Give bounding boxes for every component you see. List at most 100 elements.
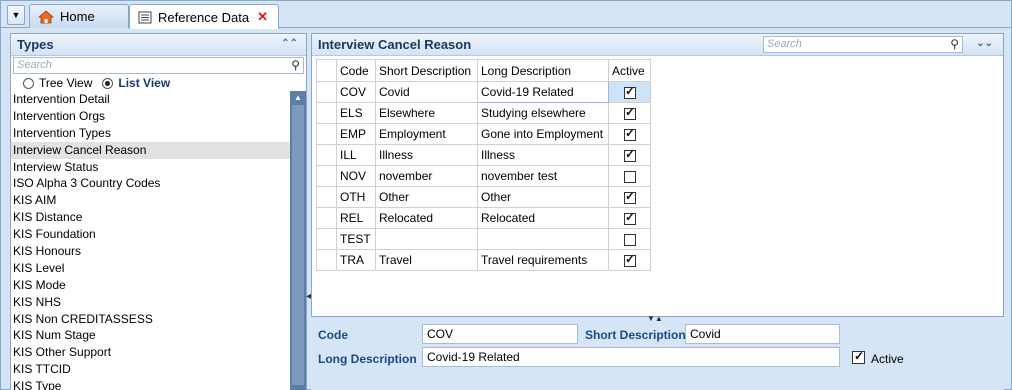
- active-checkbox[interactable]: [624, 170, 636, 183]
- cell-code[interactable]: TEST: [336, 228, 376, 250]
- list-item[interactable]: KIS Non CREDITASSESS: [11, 311, 290, 328]
- cell-code[interactable]: ILL: [336, 144, 376, 166]
- row-indicator[interactable]: [316, 207, 337, 229]
- list-item[interactable]: ISO Alpha 3 Country Codes: [11, 175, 290, 192]
- active-checkbox[interactable]: [624, 84, 636, 99]
- cell-code[interactable]: OTH: [336, 186, 376, 208]
- expand-icon[interactable]: ⌄⌄: [976, 38, 993, 49]
- cell-short-description[interactable]: Illness: [375, 144, 478, 166]
- cell-short-description[interactable]: Relocated: [375, 207, 478, 229]
- cell-code[interactable]: ELS: [336, 102, 376, 124]
- cell-active: [608, 81, 651, 103]
- grid-search-input[interactable]: Search ⚲: [763, 36, 963, 53]
- cell-short-description[interactable]: Other: [375, 186, 478, 208]
- list-item[interactable]: KIS Num Stage: [11, 327, 290, 344]
- scrollbar-thumb[interactable]: [292, 105, 304, 385]
- cell-long-description[interactable]: Travel requirements: [477, 249, 609, 271]
- table-row[interactable]: EMP Employment Gone into Employment: [316, 123, 651, 145]
- active-checkbox[interactable]: [624, 210, 636, 225]
- cell-short-description[interactable]: [375, 228, 478, 250]
- list-item[interactable]: Interview Cancel Reason: [11, 141, 290, 159]
- column-header-short-description[interactable]: Short Description: [375, 59, 478, 82]
- list-item[interactable]: Interview Status: [11, 159, 290, 176]
- active-checkbox[interactable]: [624, 105, 636, 120]
- cell-long-description[interactable]: Illness: [477, 144, 609, 166]
- cell-code[interactable]: EMP: [336, 123, 376, 145]
- cell-code[interactable]: REL: [336, 207, 376, 229]
- short-description-field[interactable]: Covid: [685, 324, 840, 344]
- tab-reference-data[interactable]: Reference Data ✕: [129, 4, 279, 29]
- types-search-input[interactable]: Search ⚲: [13, 57, 304, 74]
- list-item[interactable]: KIS AIM: [11, 192, 290, 209]
- table-row[interactable]: NOV november november test: [316, 165, 651, 187]
- cell-long-description[interactable]: november test: [477, 165, 609, 187]
- table-row[interactable]: REL Relocated Relocated: [316, 207, 651, 229]
- row-indicator[interactable]: [316, 102, 337, 124]
- list-item[interactable]: KIS TTCID: [11, 361, 290, 378]
- column-header-long-description[interactable]: Long Description: [477, 59, 609, 82]
- cell-long-description[interactable]: Gone into Employment: [477, 123, 609, 145]
- cell-long-description[interactable]: Other: [477, 186, 609, 208]
- row-indicator[interactable]: [316, 123, 337, 145]
- cell-long-description[interactable]: Relocated: [477, 207, 609, 229]
- row-indicator[interactable]: [316, 165, 337, 187]
- table-row[interactable]: ELS Elsewhere Studying elsewhere: [316, 102, 651, 124]
- list-item[interactable]: KIS Distance: [11, 209, 290, 226]
- row-indicator[interactable]: [316, 228, 337, 250]
- cell-short-description[interactable]: Covid: [375, 81, 478, 103]
- cell-code[interactable]: NOV: [336, 165, 376, 187]
- list-item[interactable]: KIS Mode: [11, 277, 290, 294]
- close-icon[interactable]: ✕: [257, 9, 268, 25]
- search-icon[interactable]: ⚲: [291, 58, 300, 72]
- code-field[interactable]: COV: [422, 324, 578, 344]
- active-checkbox[interactable]: [624, 233, 636, 246]
- scroll-up-icon[interactable]: ▲: [294, 93, 302, 102]
- table-row[interactable]: COV Covid Covid-19 Related: [316, 81, 651, 103]
- table-row[interactable]: TEST: [316, 228, 651, 250]
- active-checkbox[interactable]: [852, 349, 865, 364]
- list-view-option[interactable]: List View: [102, 76, 170, 90]
- tab-home[interactable]: Home: [29, 4, 129, 28]
- list-item[interactable]: KIS Honours: [11, 243, 290, 260]
- resize-grip-icon[interactable]: ▼▲: [647, 314, 663, 323]
- active-checkbox[interactable]: [624, 147, 636, 162]
- table-row[interactable]: TRA Travel Travel requirements: [316, 249, 651, 271]
- list-item[interactable]: Intervention Orgs: [11, 108, 290, 125]
- list-item[interactable]: KIS Level: [11, 260, 290, 277]
- row-indicator[interactable]: [316, 249, 337, 271]
- row-indicator[interactable]: [316, 186, 337, 208]
- table-row[interactable]: OTH Other Other: [316, 186, 651, 208]
- cell-long-description[interactable]: Studying elsewhere: [477, 102, 609, 124]
- active-checkbox[interactable]: [624, 126, 636, 141]
- cell-long-description[interactable]: [477, 228, 609, 250]
- row-indicator[interactable]: [316, 81, 337, 103]
- long-description-field[interactable]: Covid-19 Related: [422, 347, 840, 367]
- tree-view-option[interactable]: Tree View: [23, 76, 92, 90]
- list-item[interactable]: KIS Other Support: [11, 344, 290, 361]
- list-view-radio[interactable]: [102, 77, 114, 89]
- active-checkbox[interactable]: [624, 252, 636, 267]
- column-header-code[interactable]: Code: [336, 59, 376, 82]
- search-icon[interactable]: ⚲: [950, 37, 959, 51]
- table-row[interactable]: ILL Illness Illness: [316, 144, 651, 166]
- cell-short-description[interactable]: Travel: [375, 249, 478, 271]
- list-item[interactable]: KIS NHS: [11, 294, 290, 311]
- cell-short-description[interactable]: november: [375, 165, 478, 187]
- list-item[interactable]: Intervention Detail: [11, 91, 290, 108]
- cell-short-description[interactable]: Employment: [375, 123, 478, 145]
- cell-code[interactable]: TRA: [336, 249, 376, 271]
- tab-menu-button[interactable]: ▼: [7, 5, 25, 25]
- list-item[interactable]: Intervention Types: [11, 125, 290, 142]
- cell-short-description[interactable]: Elsewhere: [375, 102, 478, 124]
- list-item[interactable]: KIS Type: [11, 378, 290, 390]
- types-scrollbar[interactable]: ▲: [290, 91, 306, 390]
- tree-view-radio[interactable]: [23, 77, 34, 89]
- list-item[interactable]: KIS Foundation: [11, 226, 290, 243]
- active-checkbox[interactable]: [624, 189, 636, 204]
- cell-long-description[interactable]: Covid-19 Related: [477, 81, 609, 103]
- row-indicator[interactable]: [316, 144, 337, 166]
- cell-active: [608, 123, 651, 145]
- column-header-active[interactable]: Active: [608, 59, 651, 82]
- cell-code[interactable]: COV: [336, 81, 376, 103]
- collapse-icon[interactable]: ⌃⌃: [281, 38, 298, 49]
